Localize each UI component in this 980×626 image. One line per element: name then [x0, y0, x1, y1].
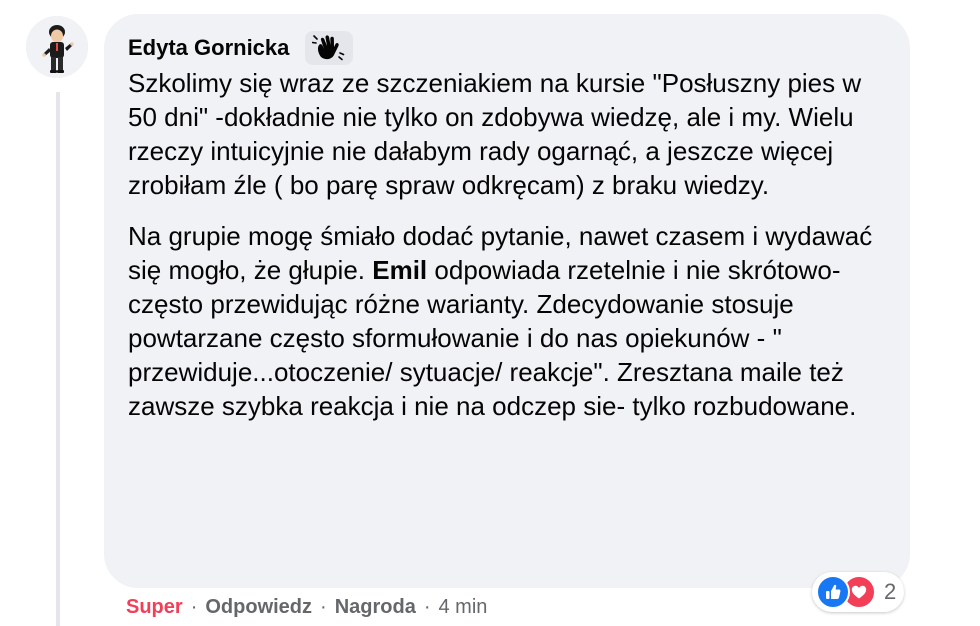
- mention-link[interactable]: Emil: [372, 255, 427, 285]
- avatar[interactable]: [26, 16, 88, 78]
- react-button[interactable]: Super: [126, 596, 183, 619]
- comment-actions: Super · Odpowiedz · Nagroda · 4 min: [126, 594, 487, 620]
- reply-button[interactable]: Odpowiedz: [205, 596, 312, 619]
- comment-paragraph: Szkolimy się wraz ze szczeniakiem na kur…: [128, 68, 862, 200]
- separator-dot: ·: [320, 595, 327, 618]
- author-row: Edyta Gornicka: [128, 30, 354, 66]
- timestamp[interactable]: 4 min: [439, 596, 488, 619]
- comment-text: Szkolimy się wraz ze szczeniakiem na kur…: [128, 66, 888, 440]
- thread-line: [56, 92, 60, 626]
- author-name[interactable]: Edyta Gornicka: [128, 35, 289, 61]
- reaction-count: 2: [884, 579, 897, 604]
- person-avatar-icon: [26, 16, 88, 78]
- waving-hand-icon: [312, 35, 345, 61]
- reactions-summary[interactable]: 2: [812, 572, 905, 612]
- separator-dot: ·: [423, 595, 431, 618]
- comment-bubble: Edyta Gornicka Szkolimy się wraz ze szcz…: [104, 14, 910, 588]
- comment-paragraph: Na grupie mogę śmiało dodać pytanie, naw…: [128, 219, 888, 423]
- separator-dot: ·: [190, 595, 198, 618]
- award-button[interactable]: Nagroda: [335, 596, 416, 619]
- like-reaction-icon: [816, 575, 850, 609]
- top-fan-badge[interactable]: [305, 31, 354, 65]
